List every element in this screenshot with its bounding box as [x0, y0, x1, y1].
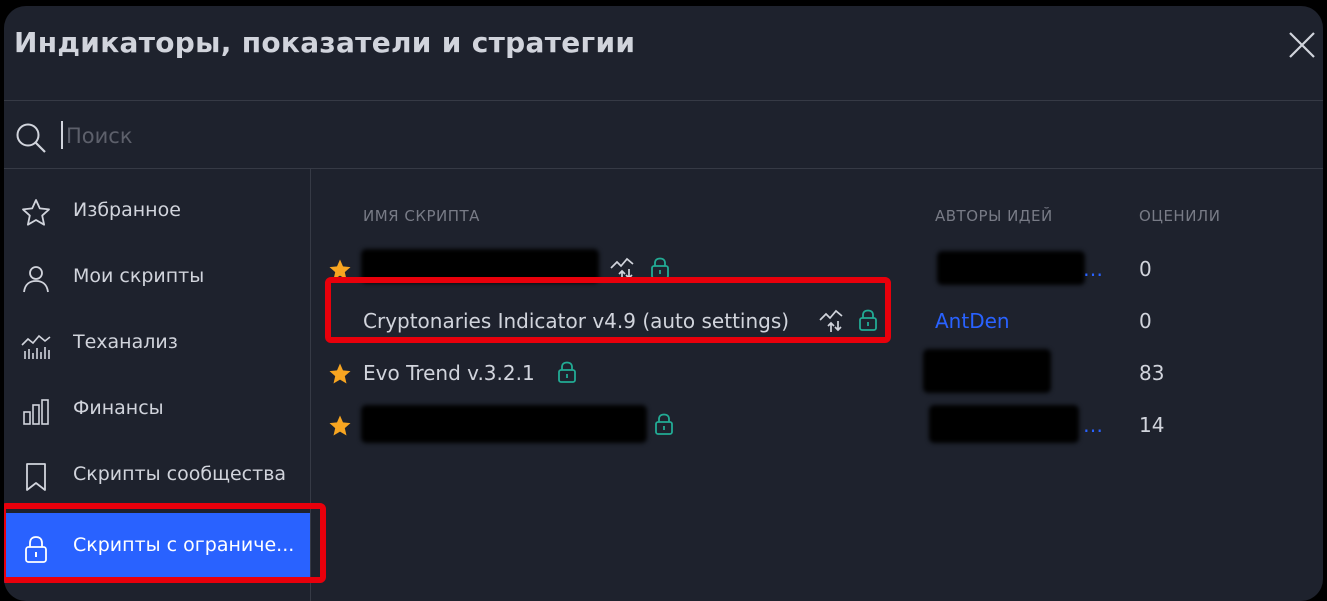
sidebar-item-label: Теханализ: [73, 331, 178, 353]
script-name: Evo Trend v.3.2.1: [363, 361, 535, 385]
redacted-author: [937, 251, 1085, 285]
redacted-script-name: [361, 405, 647, 443]
indicator-type-icon: [819, 309, 843, 332]
bar-chart-icon: [23, 399, 49, 425]
sidebar-item-label: Скрипты с ограниче...: [73, 534, 295, 556]
rating-count: 83: [1139, 361, 1165, 385]
technical-analysis-icon: [21, 334, 51, 359]
sidebar-item-my-scripts[interactable]: Мои скрипты: [4, 245, 310, 311]
sidebar-item-label: Финансы: [73, 397, 164, 419]
sidebar-item-label: Избранное: [73, 199, 181, 221]
star-outline-icon: [22, 199, 50, 226]
dialog-header: Индикаторы, показатели и стратегии: [4, 6, 1323, 101]
sidebar-item-label: Мои скрипты: [73, 265, 205, 287]
author-ellipsis: …: [1083, 257, 1103, 281]
bookmark-icon: [26, 463, 46, 491]
indicators-dialog: Индикаторы, показатели и стратегии Избра…: [4, 6, 1323, 601]
redacted-script-name: [361, 249, 599, 283]
column-header-authors: АВТОРЫ ИДЕЙ: [935, 207, 1053, 225]
script-list: ИМЯ СКРИПТА АВТОРЫ ИДЕЙ ОЦЕНИЛИ … 0 Cryp…: [311, 169, 1323, 601]
search-bar: [4, 101, 1323, 169]
sidebar-item-invite-only-scripts[interactable]: Скрипты с ограниче...: [4, 513, 310, 583]
sidebar-item-financials[interactable]: Финансы: [4, 377, 310, 443]
favorite-star-icon[interactable]: [328, 258, 352, 282]
table-row[interactable]: Evo Trend v.3.2.1 83: [311, 347, 1323, 399]
dialog-title: Индикаторы, показатели и стратегии: [14, 26, 636, 59]
table-row[interactable]: … 0: [311, 243, 1323, 295]
user-icon: [23, 266, 49, 293]
table-row[interactable]: … 14: [311, 399, 1323, 451]
rating-count: 0: [1139, 309, 1152, 333]
lock-icon: [558, 361, 576, 383]
sidebar-item-favorites[interactable]: Избранное: [4, 179, 310, 245]
redacted-author: [929, 405, 1079, 443]
favorite-star-icon[interactable]: [328, 362, 352, 386]
favorite-star-icon[interactable]: [328, 414, 352, 438]
sidebar-item-label: Скрипты сообщества: [73, 463, 287, 485]
author-ellipsis: …: [1083, 413, 1103, 437]
rating-count: 0: [1139, 257, 1152, 281]
text-cursor: [61, 121, 63, 149]
search-input[interactable]: [64, 115, 668, 157]
search-icon: [16, 123, 46, 153]
lock-icon: [859, 309, 877, 331]
column-header-rating: ОЦЕНИЛИ: [1139, 207, 1221, 225]
rating-count: 14: [1139, 413, 1165, 437]
redacted-author: [923, 349, 1051, 393]
close-icon: [1289, 32, 1315, 58]
lock-icon: [25, 536, 47, 563]
lock-icon: [651, 257, 669, 279]
indicator-type-icon: [610, 257, 634, 280]
script-name: Cryptonaries Indicator v4.9 (auto settin…: [363, 309, 790, 333]
author-link[interactable]: AntDen: [935, 309, 1010, 333]
sidebar-item-community-scripts[interactable]: Скрипты сообщества: [4, 443, 310, 509]
table-row[interactable]: Cryptonaries Indicator v4.9 (auto settin…: [311, 295, 1323, 347]
column-header-name: ИМЯ СКРИПТА: [363, 207, 480, 225]
lock-icon: [655, 413, 673, 435]
close-button[interactable]: [1285, 28, 1319, 62]
sidebar: Избранное Мои скрипты Теханализ Финансы: [4, 169, 311, 601]
sidebar-item-technicals[interactable]: Теханализ: [4, 311, 310, 377]
